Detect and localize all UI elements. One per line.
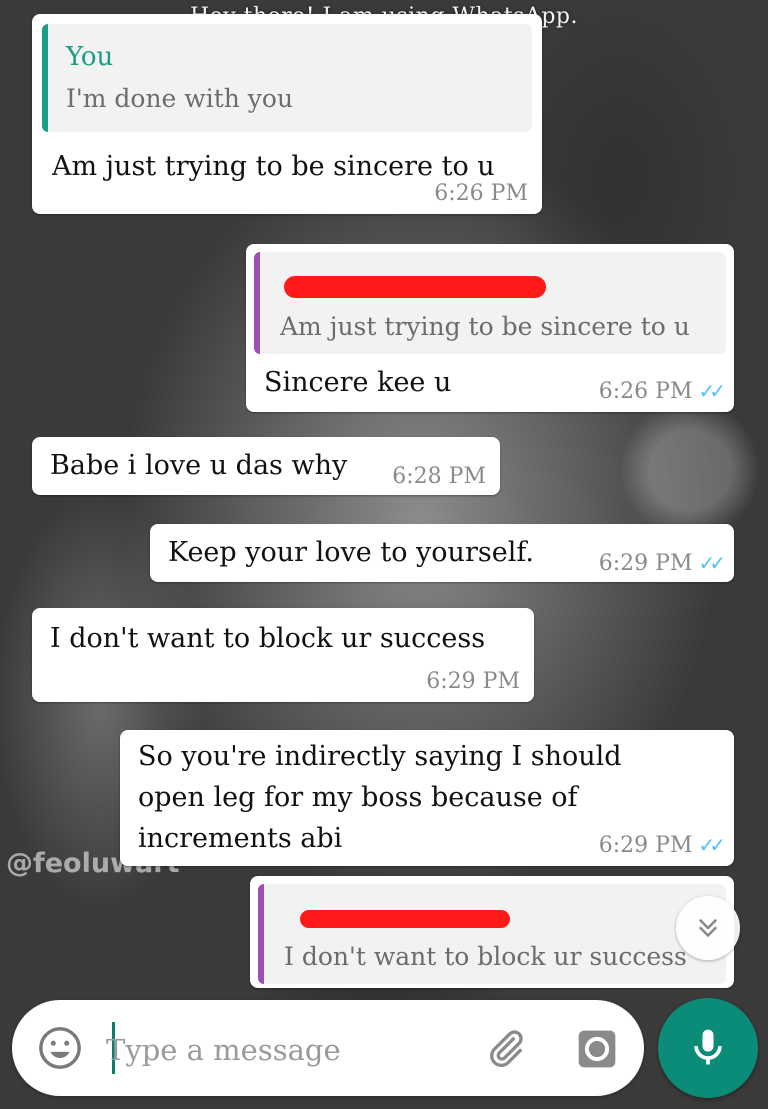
message-time: 6:29 PM ✓✓ bbox=[598, 833, 726, 858]
message-text-line: open leg for my boss because of bbox=[138, 782, 578, 813]
message-time: 6:26 PM ✓✓ bbox=[598, 379, 726, 404]
message-time: 6:26 PM bbox=[434, 181, 528, 206]
message-text: I don't want to block ur success bbox=[50, 623, 486, 654]
message-bubble-outgoing[interactable]: Keep your love to yourself. 6:29 PM ✓✓ bbox=[150, 524, 734, 582]
message-bubble-incoming[interactable]: You I'm done with you Am just trying to … bbox=[32, 14, 542, 214]
message-input[interactable] bbox=[104, 1022, 468, 1078]
quoted-message[interactable]: You I'm done with you bbox=[42, 24, 532, 132]
mic-icon bbox=[694, 1029, 722, 1065]
message-text: Keep your love to yourself. bbox=[168, 537, 534, 568]
message-text: Am just trying to be sincere to u bbox=[52, 151, 495, 182]
read-receipt-icon: ✓✓ bbox=[698, 551, 725, 575]
quote-text: I'm done with you bbox=[66, 84, 294, 113]
redaction-mark bbox=[284, 276, 546, 298]
message-text-line: So you're indirectly saying I should bbox=[138, 741, 622, 772]
scroll-to-bottom-button[interactable] bbox=[676, 896, 740, 960]
message-time-label: 6:29 PM bbox=[598, 833, 693, 858]
message-composer bbox=[12, 1000, 644, 1096]
read-receipt-icon: ✓✓ bbox=[698, 833, 725, 857]
message-text: Babe i love u das why bbox=[50, 450, 348, 481]
message-text: Sincere kee u bbox=[264, 367, 452, 398]
message-time-label: 6:29 PM bbox=[598, 551, 693, 576]
message-time: 6:29 PM ✓✓ bbox=[598, 551, 726, 576]
quoted-message[interactable]: I don't want to block ur success bbox=[258, 884, 726, 984]
chevron-double-down-icon bbox=[699, 919, 717, 937]
message-bubble-outgoing[interactable]: Am just trying to be sincere to u Sincer… bbox=[246, 244, 734, 412]
quoted-message[interactable]: Am just trying to be sincere to u bbox=[254, 252, 726, 354]
camera-icon bbox=[578, 1030, 616, 1068]
message-time: 6:29 PM bbox=[426, 669, 520, 694]
emoji-icon bbox=[39, 1027, 81, 1069]
message-time: 6:28 PM bbox=[392, 464, 486, 489]
message-bubble-incoming[interactable]: I don't want to block ur success 6:29 PM bbox=[32, 608, 534, 702]
read-receipt-icon: ✓✓ bbox=[698, 379, 725, 403]
message-bubble-incoming[interactable]: Babe i love u das why 6:28 PM bbox=[32, 437, 500, 495]
message-text-line: increments abi bbox=[138, 823, 343, 854]
camera-button[interactable] bbox=[572, 1024, 622, 1074]
quote-text: Am just trying to be sincere to u bbox=[280, 312, 690, 341]
redaction-mark bbox=[300, 910, 510, 928]
message-time-label: 6:26 PM bbox=[598, 379, 693, 404]
quote-author: You bbox=[66, 42, 114, 72]
message-bubble-outgoing[interactable]: I don't want to block ur success bbox=[250, 876, 734, 988]
message-bubble-outgoing[interactable]: So you're indirectly saying I should ope… bbox=[120, 730, 734, 866]
emoji-button[interactable] bbox=[34, 1022, 86, 1074]
quote-text: I don't want to block ur success bbox=[284, 942, 687, 971]
voice-record-button[interactable] bbox=[658, 998, 758, 1098]
paperclip-icon bbox=[490, 1030, 523, 1068]
attach-button[interactable] bbox=[480, 1024, 530, 1074]
